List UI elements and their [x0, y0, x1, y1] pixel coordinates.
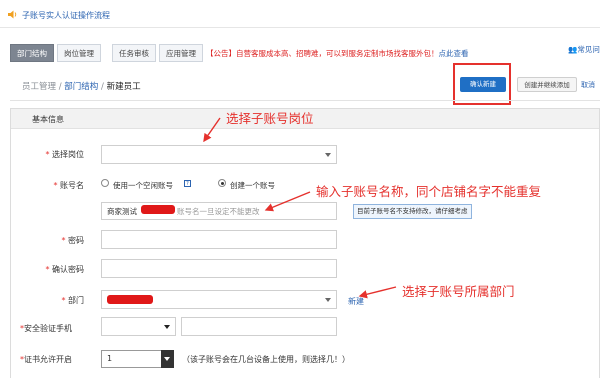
arrow-to-position: [203, 117, 221, 143]
arrow-to-account: [264, 191, 311, 212]
annotation-arrows: [203, 117, 397, 299]
arrow-to-department: [358, 286, 397, 299]
